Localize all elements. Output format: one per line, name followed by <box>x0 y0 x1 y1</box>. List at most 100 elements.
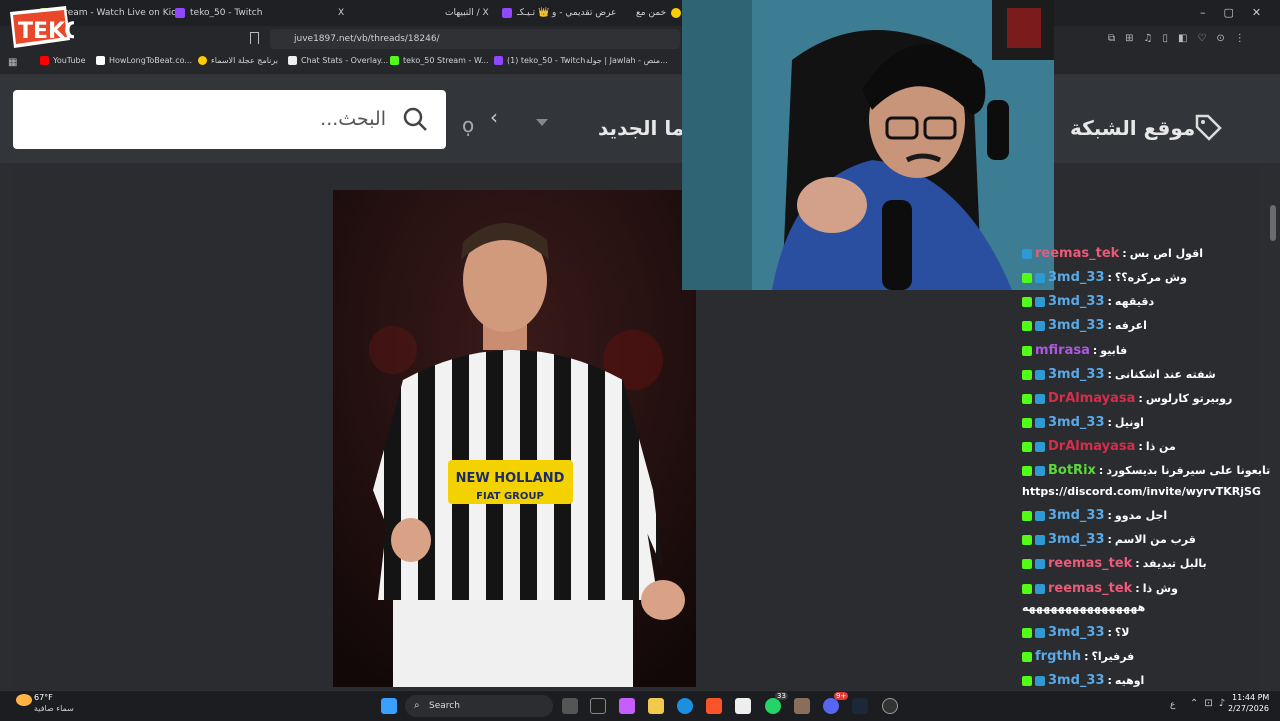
edge-icon[interactable] <box>677 698 693 714</box>
chevron-down-icon[interactable] <box>536 119 548 126</box>
chat-text: اجل مدوو <box>1114 509 1168 522</box>
chat-username[interactable]: 3md_33 <box>1048 318 1105 333</box>
chat-username[interactable]: mfirasa <box>1035 343 1090 358</box>
footballer-image: NEW HOLLAND FIAT GROUP <box>333 190 696 687</box>
kick-badge-icon <box>1022 393 1032 404</box>
subscriber-badge-icon <box>1035 675 1045 686</box>
store-icon[interactable] <box>735 698 751 714</box>
bookmark-youtube[interactable]: YouTube <box>40 56 86 65</box>
nav-whats-new[interactable]: ما الجديد <box>598 116 684 140</box>
taskbar-search[interactable]: ⌕ Search <box>405 695 553 717</box>
player-photo: NEW HOLLAND FIAT GROUP <box>333 190 696 687</box>
subscriber-badge-icon <box>1035 272 1045 283</box>
chat-message: reemas_tek: اقول اص بس <box>1022 246 1280 261</box>
tab-twitch[interactable]: teko_50 - Twitch <box>175 4 262 22</box>
chat-username[interactable]: DrAlmayasa <box>1048 391 1135 406</box>
chat-username[interactable]: 3md_33 <box>1048 294 1105 309</box>
file-explorer-icon[interactable] <box>648 698 664 714</box>
subscriber-badge-icon <box>1035 510 1045 521</box>
chat-separator: : <box>1107 533 1112 546</box>
copilot-icon[interactable] <box>619 698 635 714</box>
chat-username[interactable]: BotRix <box>1048 463 1096 478</box>
chat-separator: : <box>1107 295 1112 308</box>
app-icon[interactable] <box>794 698 810 714</box>
chat-text: ههههههههههههههههه <box>1022 601 1146 614</box>
scrollbar-thumb[interactable] <box>1270 205 1276 241</box>
chat-username[interactable]: 3md_33 <box>1048 415 1105 430</box>
bookmark-howlongtobeat[interactable]: HowLongToBeat.co... <box>96 56 192 65</box>
chat-username[interactable]: 3md_33 <box>1048 673 1105 688</box>
chat-username[interactable]: DrAlmayasa <box>1048 439 1135 454</box>
nav-site[interactable]: موقع الشبكة <box>1070 116 1195 140</box>
chat-separator: : <box>1092 344 1098 357</box>
tab-guess[interactable]: خمن مع <box>636 4 682 22</box>
bookmarks-bar: ▦ YouTube HowLongToBeat.co... برنامج عجل… <box>0 52 1280 75</box>
discord-icon[interactable] <box>823 698 839 714</box>
tag-icon[interactable] <box>1194 113 1222 141</box>
search-icon[interactable] <box>402 106 428 132</box>
chat-username[interactable]: 3md_33 <box>1048 367 1105 382</box>
language-indicator[interactable]: ع <box>1170 700 1175 710</box>
weather-icon <box>16 694 32 706</box>
svg-text:FIAT GROUP: FIAT GROUP <box>476 491 544 502</box>
tab-x-notifications[interactable]: التبيهات / X <box>445 4 489 22</box>
whatsapp-icon[interactable] <box>765 698 781 714</box>
chat-username[interactable]: 3md_33 <box>1048 532 1105 547</box>
chat-text: فرفيرا؟ <box>1091 650 1135 663</box>
twitch-icon <box>175 8 185 18</box>
chat-message: DrAlmayasa: روبيرتو كارلوس <box>1022 391 1280 406</box>
chat-username[interactable]: reemas_tek <box>1035 246 1119 261</box>
weather-temp: 67°F <box>34 693 53 702</box>
kick-badge-icon <box>1022 651 1032 662</box>
search-icon: ⌕ <box>414 700 420 711</box>
chat-message: 3md_33: اجل مدوو <box>1022 508 1280 523</box>
chat-text: اونيل <box>1114 416 1144 429</box>
obs-icon[interactable] <box>882 698 898 714</box>
whatsapp-badge: 33 <box>775 692 788 700</box>
tab-presentation[interactable]: عرض تقديمي - و 👑 تـيـكـ <box>502 4 616 22</box>
steam-icon[interactable] <box>852 698 868 714</box>
subscriber-badge-icon <box>1035 320 1045 331</box>
bookmark-jawlah[interactable]: جولة | Jawlah - منص... <box>586 56 668 65</box>
clock-date[interactable]: 2/27/2026 <box>1228 704 1269 713</box>
subscriber-badge-icon <box>1035 558 1045 569</box>
kick-badge-icon <box>1022 320 1032 331</box>
clock-time[interactable]: 11:44 PM <box>1232 693 1269 702</box>
stream-chat: reemas_tek: اقول اص بس 3md_33: وش مركزه؟؟ 3m… <box>1018 240 1280 692</box>
chat-username[interactable]: 3md_33 <box>1048 508 1105 523</box>
chat-username[interactable]: reemas_tek <box>1048 581 1132 596</box>
windows-taskbar: 67°F سماء صافية ⌕ Search 33 9+ ع ⌃⊡♪ 11:… <box>0 690 1280 721</box>
chat-message: 3md_33: قرب من الاسم <box>1022 532 1280 547</box>
bookmark-icon[interactable] <box>250 32 259 44</box>
chat-username[interactable]: frgthh <box>1035 649 1081 664</box>
subscriber-badge-icon <box>1035 627 1045 638</box>
windows-start-icon[interactable] <box>381 698 397 714</box>
window-controls[interactable]: –▢✕ <box>1200 6 1279 19</box>
chat-separator: : <box>1122 247 1127 260</box>
chat-text[interactable]: https://discord.com/invite/wyrvTKRjSG <box>1022 485 1261 498</box>
chat-separator: : <box>1098 464 1104 477</box>
bookmark-kick-stream[interactable]: teko_50 Stream - W... <box>390 56 489 65</box>
chat-text: وش ذا <box>1142 582 1178 595</box>
search-input[interactable]: البحث... <box>13 90 446 149</box>
brave-icon[interactable] <box>706 698 722 714</box>
url-field[interactable]: juve1897.net/vb/threads/18246/ <box>270 29 680 49</box>
apps-grid-icon[interactable]: ▦ <box>8 57 17 68</box>
globe-icon <box>671 8 682 18</box>
xbox-icon[interactable] <box>590 698 606 714</box>
task-view-icon[interactable] <box>562 698 578 714</box>
bookmark-chat-stats[interactable]: Chat Stats - Overlay... <box>288 56 388 65</box>
bookmark-twitch[interactable]: (1) teko_50 - Twitch <box>494 56 585 65</box>
chat-message: https://discord.com/invite/wyrvTKRjSG <box>1022 485 1280 498</box>
chat-username[interactable]: reemas_tek <box>1048 556 1132 571</box>
chat-message: reemas_tek: بالبل تيديفد <box>1022 556 1280 571</box>
tab-x[interactable]: X <box>338 4 344 22</box>
chat-username[interactable]: 3md_33 <box>1048 270 1105 285</box>
chat-username[interactable]: 3md_33 <box>1048 625 1105 640</box>
user-icon[interactable]: ọ <box>462 113 474 137</box>
browser-extensions[interactable]: ⧉⊞♫▯◧♡⊙⋮ <box>1108 33 1273 45</box>
chat-text: اوهيه <box>1114 674 1145 687</box>
chevron-left-icon[interactable]: ‹ <box>490 105 498 129</box>
bookmark-name-wheel[interactable]: برنامج عجلة الاسماء <box>198 56 278 65</box>
system-tray-icons[interactable]: ⌃⊡♪ <box>1190 698 1231 709</box>
